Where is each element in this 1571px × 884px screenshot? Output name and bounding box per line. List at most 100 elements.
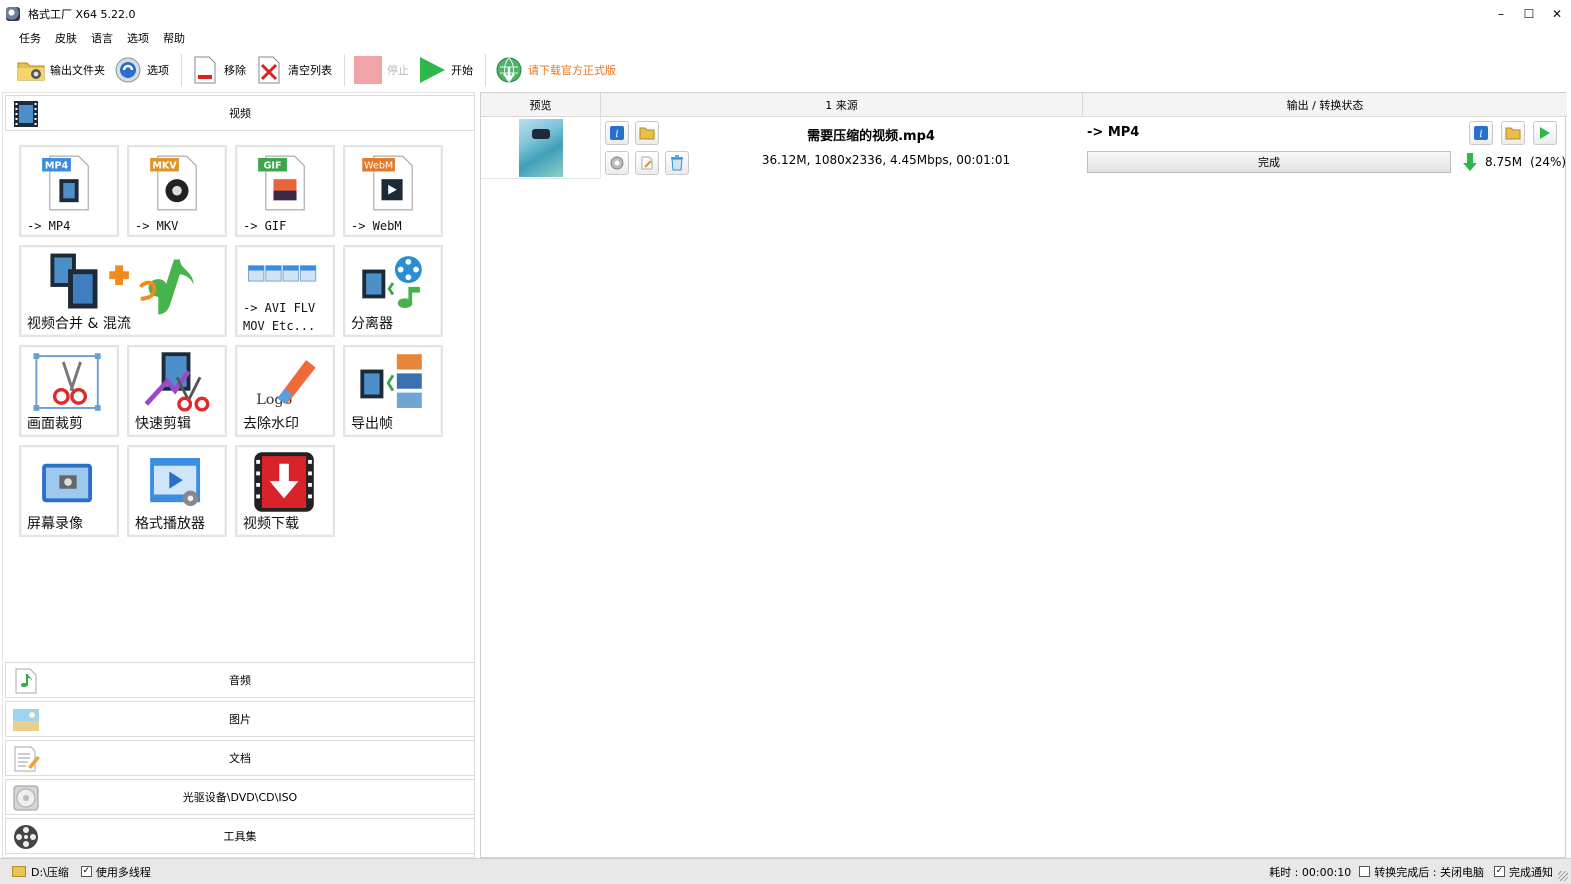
status-right: 耗时 : 00:00:10 转换完成后 : 关闭电脑 ✓ 完成通知 bbox=[1269, 864, 1553, 880]
start-button[interactable]: 开始 bbox=[415, 53, 479, 87]
preview-cell bbox=[481, 117, 601, 179]
tile-quick-edit[interactable]: 快速剪辑 bbox=[127, 345, 227, 437]
header-output-status[interactable]: 输出 / 转换状态 bbox=[1083, 93, 1567, 117]
crop-scissors-icon bbox=[33, 353, 101, 411]
edit-clip-button[interactable] bbox=[635, 151, 659, 175]
info-icon: i bbox=[610, 126, 624, 140]
tile-to-mp4[interactable]: MP4 -> MP4 bbox=[19, 145, 119, 237]
film-reel-icon bbox=[12, 823, 40, 851]
tile-label: 分离器 bbox=[351, 316, 393, 332]
elapsed-time: 耗时 : 00:00:10 bbox=[1269, 865, 1352, 879]
app-icon bbox=[6, 6, 20, 21]
toolbar-separator bbox=[344, 54, 345, 86]
tile-to-gif[interactable]: GIF -> GIF bbox=[235, 145, 335, 237]
mkv-file-icon: MKV bbox=[150, 155, 197, 211]
menu-skin[interactable]: 皮肤 bbox=[48, 30, 84, 46]
menu-language[interactable]: 语言 bbox=[84, 30, 120, 46]
close-button[interactable]: ✕ bbox=[1543, 0, 1571, 28]
category-audio[interactable]: 音频 bbox=[5, 662, 475, 698]
after-convert-option[interactable]: 转换完成后 : 关闭电脑 bbox=[1359, 864, 1484, 880]
source-info-button[interactable]: i bbox=[605, 121, 629, 145]
tile-merge-mux[interactable]: 视频合并 & 混流 bbox=[19, 245, 227, 337]
output-folder-button[interactable]: 输出文件夹 bbox=[14, 53, 111, 87]
multithread-option[interactable]: ✓ 使用多线程 bbox=[80, 864, 151, 880]
minimize-button[interactable]: – bbox=[1487, 0, 1515, 28]
conversion-progress: 完成 bbox=[1087, 151, 1451, 173]
menu-options[interactable]: 选项 bbox=[120, 30, 156, 46]
remove-document-icon bbox=[190, 55, 220, 85]
category-video[interactable]: 视频 bbox=[5, 95, 475, 131]
tile-remove-watermark[interactable]: Logo 去除水印 bbox=[235, 345, 335, 437]
info-icon: i bbox=[1474, 126, 1488, 140]
window-controls: – ☐ ✕ bbox=[1487, 0, 1571, 28]
menu-help[interactable]: 帮助 bbox=[156, 30, 192, 46]
category-optical-disc[interactable]: 光驱设备\DVD\CD\ISO bbox=[5, 779, 475, 815]
video-download-icon bbox=[254, 452, 314, 512]
clear-list-button[interactable]: 清空列表 bbox=[252, 53, 338, 87]
disc-drive-icon bbox=[12, 784, 40, 812]
source-filename: 需要压缩的视频.mp4 bbox=[807, 129, 935, 144]
quick-edit-icon bbox=[144, 352, 210, 412]
task-list-header: 预览 1 来源 输出 / 转换状态 bbox=[481, 93, 1567, 117]
tile-export-frames[interactable]: 导出帧 bbox=[343, 345, 443, 437]
merge-video-audio-icon bbox=[50, 253, 194, 315]
tile-to-webm[interactable]: WebM -> WebM bbox=[343, 145, 443, 237]
options-button[interactable]: 选项 bbox=[111, 53, 175, 87]
menu-task[interactable]: 任务 bbox=[12, 30, 48, 46]
edit-clip-icon bbox=[641, 156, 653, 170]
header-preview[interactable]: 预览 bbox=[481, 93, 601, 117]
remove-button[interactable]: 移除 bbox=[188, 53, 252, 87]
clear-list-icon bbox=[254, 55, 284, 85]
menu-bar: 任务 皮肤 语言 选项 帮助 bbox=[0, 28, 192, 48]
play-icon bbox=[417, 55, 447, 85]
window-title: 格式工厂 X64 5.22.0 bbox=[28, 7, 136, 21]
category-document[interactable]: 文档 bbox=[5, 740, 475, 776]
tile-label: -> MP4 bbox=[27, 219, 71, 233]
output-folder-open-button[interactable] bbox=[1501, 121, 1525, 145]
notify-label: 完成通知 bbox=[1509, 865, 1553, 879]
tile-splitter[interactable]: 分离器 bbox=[343, 245, 443, 337]
tile-video-download[interactable]: 视频下载 bbox=[235, 445, 335, 537]
tile-crop[interactable]: 画面裁剪 bbox=[19, 345, 119, 437]
tile-label-line1: -> AVI FLV bbox=[243, 301, 316, 315]
task-row[interactable]: i 需要压缩的视频.mp4 36.12M, 1080x2336, 4.45Mbp… bbox=[481, 117, 1567, 179]
category-image[interactable]: 图片 bbox=[5, 701, 475, 737]
output-info-button[interactable]: i bbox=[1469, 121, 1493, 145]
after-convert-checkbox[interactable] bbox=[1359, 866, 1371, 877]
options-gear-icon bbox=[113, 55, 143, 85]
status-left: D:\压缩 ✓ 使用多线程 bbox=[12, 864, 151, 880]
player-icon bbox=[150, 458, 201, 507]
output-settings-button[interactable] bbox=[605, 151, 629, 175]
delete-task-button[interactable] bbox=[665, 151, 689, 175]
output-folder-path[interactable]: D:\压缩 bbox=[31, 864, 69, 880]
stop-button[interactable]: 停止 bbox=[351, 53, 415, 87]
play-output-button[interactable] bbox=[1533, 121, 1557, 145]
title-bar: 格式工厂 X64 5.22.0 – ☐ ✕ bbox=[0, 0, 1571, 28]
toolbar: 输出文件夹 选项 移除 清空列表 停止 开始 请下载官方正式版 bbox=[0, 50, 1571, 90]
resize-grip[interactable] bbox=[1558, 871, 1568, 881]
notify-checkbox[interactable]: ✓ bbox=[1494, 866, 1505, 877]
svg-text:i: i bbox=[615, 129, 618, 140]
folder-icon bbox=[16, 55, 46, 85]
after-convert-label: 转换完成后 : 关闭电脑 bbox=[1374, 865, 1484, 879]
music-note-icon bbox=[12, 667, 40, 695]
document-pencil-icon bbox=[12, 745, 40, 773]
output-size-ratio: (24%) bbox=[1530, 155, 1567, 169]
tile-label: 屏幕录像 bbox=[27, 516, 83, 532]
mp4-badge: MP4 bbox=[45, 161, 69, 172]
task-list: 预览 1 来源 输出 / 转换状态 i 需要压缩的视频.mp4 36.12M, … bbox=[480, 92, 1567, 858]
maximize-button[interactable]: ☐ bbox=[1515, 0, 1543, 28]
svg-text:i: i bbox=[1479, 129, 1482, 140]
notify-option[interactable]: ✓ 完成通知 bbox=[1494, 864, 1553, 880]
folder-icon bbox=[1505, 127, 1521, 140]
header-source[interactable]: 1 来源 bbox=[601, 93, 1083, 117]
tile-to-other-formats[interactable]: -> AVI FLV MOV Etc... bbox=[235, 245, 335, 337]
multithread-checkbox[interactable]: ✓ bbox=[80, 866, 92, 877]
tile-screen-record[interactable]: 屏幕录像 bbox=[19, 445, 119, 537]
category-toolkit[interactable]: 工具集 bbox=[5, 818, 475, 854]
download-official-link[interactable]: 请下载官方正式版 bbox=[492, 53, 622, 87]
tile-to-mkv[interactable]: MKV -> MKV bbox=[127, 145, 227, 237]
tile-label: 去除水印 bbox=[243, 416, 299, 432]
tile-format-player[interactable]: 格式播放器 bbox=[127, 445, 227, 537]
source-folder-button[interactable] bbox=[635, 121, 659, 145]
